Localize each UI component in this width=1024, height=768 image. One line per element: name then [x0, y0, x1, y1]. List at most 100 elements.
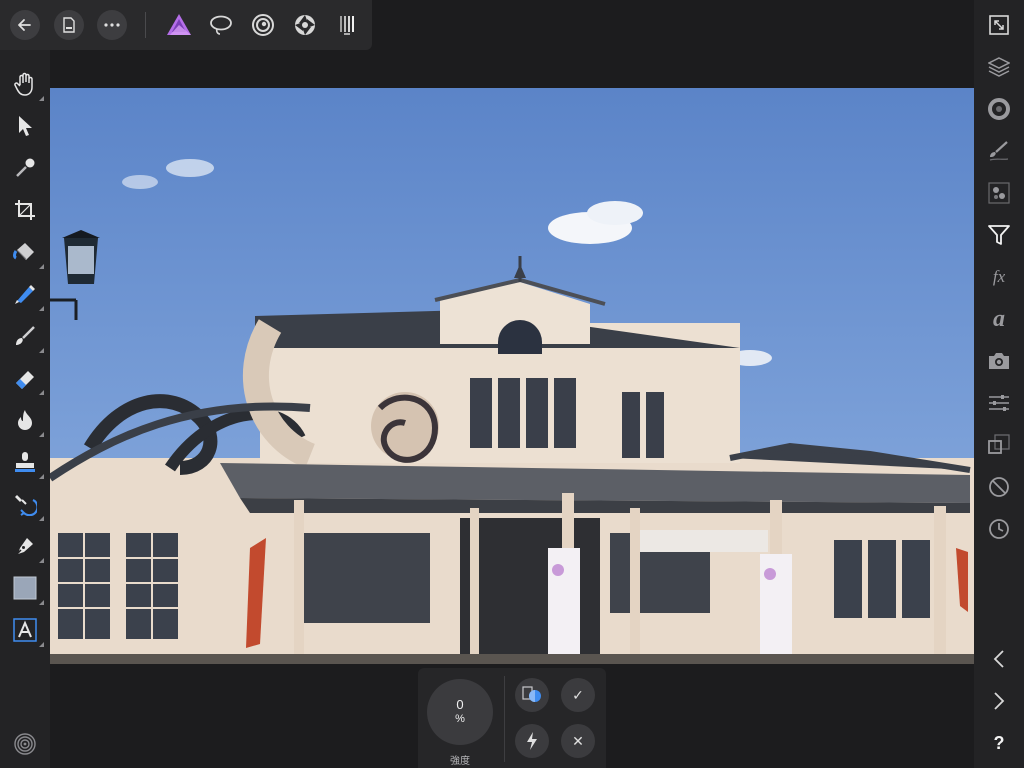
history-studio[interactable] [985, 515, 1013, 543]
erase-brush-tool[interactable] [10, 363, 44, 395]
liquify-swirl-icon [252, 14, 274, 36]
selection-persona-button[interactable] [208, 12, 234, 38]
back-arrow-icon [18, 19, 31, 31]
submenu-indicator [39, 306, 44, 311]
submenu-indicator [39, 432, 44, 437]
move-tool[interactable] [10, 111, 40, 141]
submenu-indicator [39, 96, 44, 101]
effects-studio[interactable]: fx [985, 263, 1013, 291]
chevron-right-icon [994, 692, 1005, 710]
close-icon: ✕ [572, 732, 584, 749]
healing-tool[interactable] [10, 489, 44, 521]
navigator-studio[interactable] [985, 473, 1013, 501]
panel-separator [504, 676, 505, 762]
sliders-icon [989, 395, 1009, 411]
text-a-icon [13, 618, 37, 642]
more-button[interactable] [97, 10, 127, 40]
hand-icon [14, 72, 33, 96]
color-picker-tool[interactable] [10, 153, 40, 183]
filter-context-panel: 0 % 強度 ✓ ✕ [418, 668, 606, 768]
paint-brush-tool[interactable] [10, 321, 44, 353]
help-icon: ? [993, 732, 1005, 753]
flood-fill-tool[interactable] [10, 237, 44, 269]
next-button[interactable] [985, 687, 1013, 715]
top-toolbar [0, 0, 372, 50]
submenu-indicator [39, 600, 44, 605]
back-button[interactable] [10, 10, 40, 40]
selection-brush-tool[interactable] [10, 279, 44, 311]
strength-value: 0 [456, 697, 464, 712]
text-italic-a-icon: a [993, 305, 1005, 332]
brush-studio-icon [989, 141, 1009, 161]
compare-split-icon [522, 686, 541, 702]
strength-label: 強度 [450, 756, 470, 767]
paint-brush-icon [16, 326, 35, 345]
crop-icon [15, 200, 35, 220]
pen-tool[interactable] [10, 531, 44, 563]
pen-nib-icon [15, 538, 33, 556]
lightning-button[interactable] [515, 724, 549, 758]
transform-studio[interactable] [985, 431, 1013, 459]
document-button[interactable] [54, 10, 84, 40]
tone-mapping-icon [340, 16, 354, 35]
spiral-menu-button[interactable] [10, 729, 40, 759]
color-wheel-icon [988, 98, 1010, 120]
develop-persona-button[interactable] [292, 12, 318, 38]
submenu-indicator [39, 390, 44, 395]
previous-button[interactable] [985, 645, 1013, 673]
pointer-arrow-icon [19, 116, 32, 136]
cancel-button[interactable]: ✕ [561, 724, 595, 758]
submenu-indicator [39, 264, 44, 269]
brushes-studio[interactable] [985, 137, 1013, 165]
submenu-indicator [39, 558, 44, 563]
check-icon: ✓ [572, 686, 584, 703]
strength-unit: % [455, 713, 465, 725]
chevron-left-icon [993, 650, 1004, 668]
submenu-indicator [39, 642, 44, 647]
rectangle-shape-icon [13, 576, 37, 600]
fullscreen-studio[interactable] [985, 11, 1013, 39]
lightning-icon [527, 732, 537, 750]
channels-studio[interactable] [985, 179, 1013, 207]
fullscreen-icon [989, 15, 1009, 35]
filters-studio[interactable] [985, 221, 1013, 249]
canvas-photo [50, 88, 974, 664]
submenu-indicator [39, 474, 44, 479]
clock-icon [989, 519, 1009, 539]
rectangle-tool[interactable] [10, 573, 44, 605]
artistic-text-tool[interactable] [10, 615, 44, 647]
view-tool[interactable] [10, 69, 44, 101]
transform-squares-icon [988, 434, 1010, 454]
toolbar-separator [145, 12, 146, 38]
photo-persona-button[interactable] [166, 12, 192, 38]
snapshots-studio[interactable] [985, 347, 1013, 375]
eraser-icon [16, 371, 34, 389]
layers-studio[interactable] [985, 53, 1013, 81]
crop-tool[interactable] [10, 195, 40, 225]
funnel-filter-icon [988, 225, 1010, 245]
liquify-persona-button[interactable] [250, 12, 276, 38]
apply-button[interactable]: ✓ [561, 678, 595, 712]
compare-button[interactable] [515, 678, 549, 712]
layers-icon [988, 57, 1010, 77]
affinity-photo-icon [167, 14, 191, 35]
help-button[interactable]: ? [985, 729, 1013, 757]
camera-icon [989, 353, 1009, 369]
channels-icon [988, 182, 1010, 204]
dodge-burn-tool[interactable] [10, 405, 44, 437]
document-canvas[interactable] [50, 88, 974, 664]
lasso-icon [210, 15, 232, 35]
document-icon [63, 17, 75, 33]
selection-brush-icon [15, 285, 35, 304]
aperture-icon [295, 15, 315, 35]
adjustments-studio[interactable] [985, 389, 1013, 417]
stamp-icon [15, 452, 35, 472]
color-studio[interactable] [985, 95, 1013, 123]
tone-mapping-persona-button[interactable] [334, 12, 360, 38]
paint-bucket-icon [13, 243, 34, 260]
more-dots-icon [104, 23, 120, 27]
strength-knob[interactable]: 0 % [427, 679, 493, 745]
clone-brush-tool[interactable] [10, 447, 44, 479]
submenu-indicator [39, 348, 44, 353]
text-studio[interactable]: a [985, 305, 1013, 333]
